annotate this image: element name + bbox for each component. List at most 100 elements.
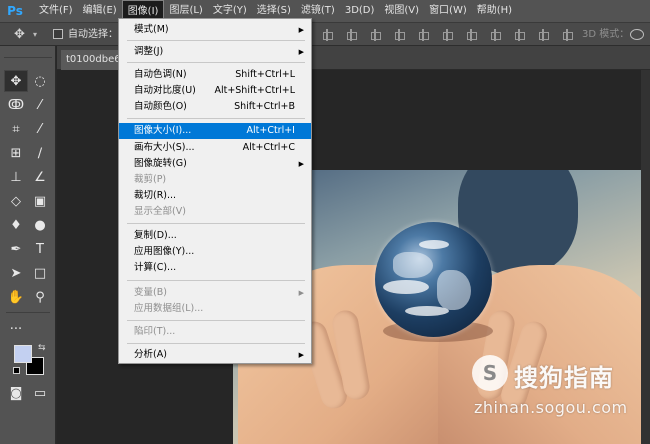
eyedropper-icon: ⁄ — [38, 121, 42, 137]
marquee-tool[interactable]: ◌ — [28, 70, 52, 92]
menu-item-duplicate[interactable]: 复制(D)... — [119, 228, 311, 244]
align-bottom-icon[interactable] — [514, 29, 525, 41]
menu-item-mode[interactable]: 模式(M) ▶ — [119, 22, 311, 38]
menu-item-image-rotation[interactable]: 图像旋转(G) ▶ — [119, 156, 311, 172]
healing-tool[interactable]: ⊞ — [4, 142, 28, 164]
shape-tool[interactable]: □ — [28, 262, 52, 284]
gradient-tool[interactable]: ▣ — [28, 190, 52, 212]
menu-view[interactable]: 视图(V) — [379, 0, 424, 22]
menu-item-analysis[interactable]: 分析(A) ▶ — [119, 347, 311, 363]
panel-grip[interactable] — [4, 50, 52, 58]
align-left-icon[interactable] — [322, 29, 333, 41]
eraser-tool[interactable]: ◇ — [4, 190, 28, 212]
swap-colors-icon[interactable]: ⇆ — [38, 343, 46, 353]
menu-item-variables: 变量(B) ▶ — [119, 285, 311, 301]
bandage-icon: ⊞ — [10, 145, 22, 161]
move-tool-icon[interactable]: ✥ — [14, 27, 32, 42]
menu-item-auto-tone[interactable]: 自动色调(N) Shift+Ctrl+L — [119, 67, 311, 83]
earth-land — [393, 252, 433, 278]
menu-item-label: 自动色调(N) — [134, 69, 187, 80]
menu-item-label: 复制(D)... — [134, 230, 177, 241]
menu-item-label: 自动对比度(U) — [134, 85, 196, 96]
menu-item-apply-image[interactable]: 应用图像(Y)... — [119, 244, 311, 260]
align-right-icon[interactable] — [370, 29, 381, 41]
watermark-url: zhinan.sogou.com — [474, 398, 628, 417]
rotate-3d-icon[interactable] — [630, 29, 644, 40]
menu-item-trim[interactable]: 裁切(R)... — [119, 188, 311, 204]
chevron-down-icon[interactable]: ▾ — [33, 27, 37, 42]
edit-toolbar-button[interactable]: ··· — [4, 318, 28, 340]
menu-item-adjustments[interactable]: 调整(J) ▶ — [119, 44, 311, 60]
eyedropper-tool[interactable]: ⁄ — [28, 118, 52, 140]
autoselect-checkbox[interactable] — [53, 29, 63, 39]
pen-tool[interactable]: ✒ — [4, 238, 28, 260]
crop-icon: ⌗ — [12, 121, 20, 137]
distribute-top-icon[interactable] — [538, 29, 549, 41]
distribute-center-icon[interactable] — [418, 29, 429, 41]
quick-mask-button[interactable]: ◙ — [4, 382, 28, 404]
autoselect-label: 自动选择： — [68, 29, 118, 40]
menu-item-image-size[interactable]: 图像大小(I)... Alt+Ctrl+I — [119, 123, 311, 139]
menu-item-label: 画布大小(S)... — [134, 142, 195, 153]
align-top-icon[interactable] — [466, 29, 477, 41]
hand-tool[interactable]: ✋ — [4, 286, 28, 308]
menu-item-auto-contrast[interactable]: 自动对比度(U) Alt+Shift+Ctrl+L — [119, 83, 311, 99]
menu-3d[interactable]: 3D(D) — [340, 0, 380, 22]
menu-item-crop: 裁剪(P) — [119, 172, 311, 188]
history-brush-icon: ∠ — [34, 169, 46, 185]
watermark-title: 搜狗指南 — [514, 364, 614, 392]
hand-icon: ✋ — [7, 289, 25, 305]
earth-land — [437, 270, 471, 310]
distribute-right-icon[interactable] — [442, 29, 453, 41]
arrow-pointer-icon: ➤ — [10, 265, 22, 281]
quick-mask-icon: ◙ — [9, 385, 23, 401]
type-tool[interactable]: T — [28, 238, 52, 260]
move-icon: ✥ — [10, 73, 22, 89]
menu-separator — [127, 320, 305, 321]
lasso-icon: ↂ — [7, 97, 25, 113]
zoom-icon: ⚲ — [35, 289, 45, 305]
distribute-bottom-icon[interactable] — [562, 29, 573, 41]
menu-item-trap: 陷印(T)... — [119, 324, 311, 340]
menu-edit[interactable]: 编辑(E) — [78, 0, 122, 22]
menu-item-label: 应用图像(Y)... — [134, 246, 195, 257]
stamp-icon: ⊥ — [10, 169, 22, 185]
menu-item-shortcut: Shift+Ctrl+L — [235, 69, 295, 80]
brush-tool[interactable]: ∕ — [28, 142, 52, 164]
mode-3d-label: 3D 模式： — [582, 29, 630, 40]
zoom-tool[interactable]: ⚲ — [28, 286, 52, 308]
align-middle-icon[interactable] — [490, 29, 501, 41]
crop-tool[interactable]: ⌗ — [4, 118, 28, 140]
foreground-color-swatch[interactable] — [14, 345, 32, 363]
align-center-icon[interactable] — [346, 29, 357, 41]
distribute-left-icon[interactable] — [394, 29, 405, 41]
menu-window[interactable]: 窗口(W) — [424, 0, 472, 22]
dodge-tool[interactable]: ● — [28, 214, 52, 236]
menu-item-canvas-size[interactable]: 画布大小(S)... Alt+Ctrl+C — [119, 140, 311, 156]
watermark-logo-icon: S — [472, 355, 508, 391]
move-tool[interactable]: ✥ — [4, 70, 28, 92]
earth-cloud — [405, 306, 449, 316]
stamp-tool[interactable]: ⊥ — [4, 166, 28, 188]
lasso-tool[interactable]: ↂ — [4, 94, 28, 116]
blur-tool[interactable]: ♦ — [4, 214, 28, 236]
magic-wand-tool[interactable]: ⁄ — [28, 94, 52, 116]
menu-item-auto-color[interactable]: 自动颜色(O) Shift+Ctrl+B — [119, 99, 311, 115]
menu-file[interactable]: 文件(F) — [34, 0, 78, 22]
screen-mode-button[interactable]: ▭ — [28, 382, 52, 404]
history-brush-tool[interactable]: ∠ — [28, 166, 52, 188]
pen-icon: ✒ — [10, 241, 22, 257]
menu-separator — [127, 62, 305, 63]
menu-item-shortcut: Alt+Ctrl+I — [246, 125, 296, 136]
earth-cloud — [419, 240, 449, 249]
vertical-scrollbar[interactable] — [641, 70, 650, 444]
menu-item-label: 调整(J) — [134, 46, 164, 57]
path-select-tool[interactable]: ➤ — [4, 262, 28, 284]
menu-separator — [127, 40, 305, 41]
default-colors-icon[interactable] — [13, 367, 20, 374]
menu-help[interactable]: 帮助(H) — [472, 0, 517, 22]
align-buttons — [322, 29, 573, 41]
menu-item-calculations[interactable]: 计算(C)... — [119, 260, 311, 276]
blur-drop-icon: ♦ — [10, 217, 22, 233]
earth-globe — [375, 222, 492, 337]
